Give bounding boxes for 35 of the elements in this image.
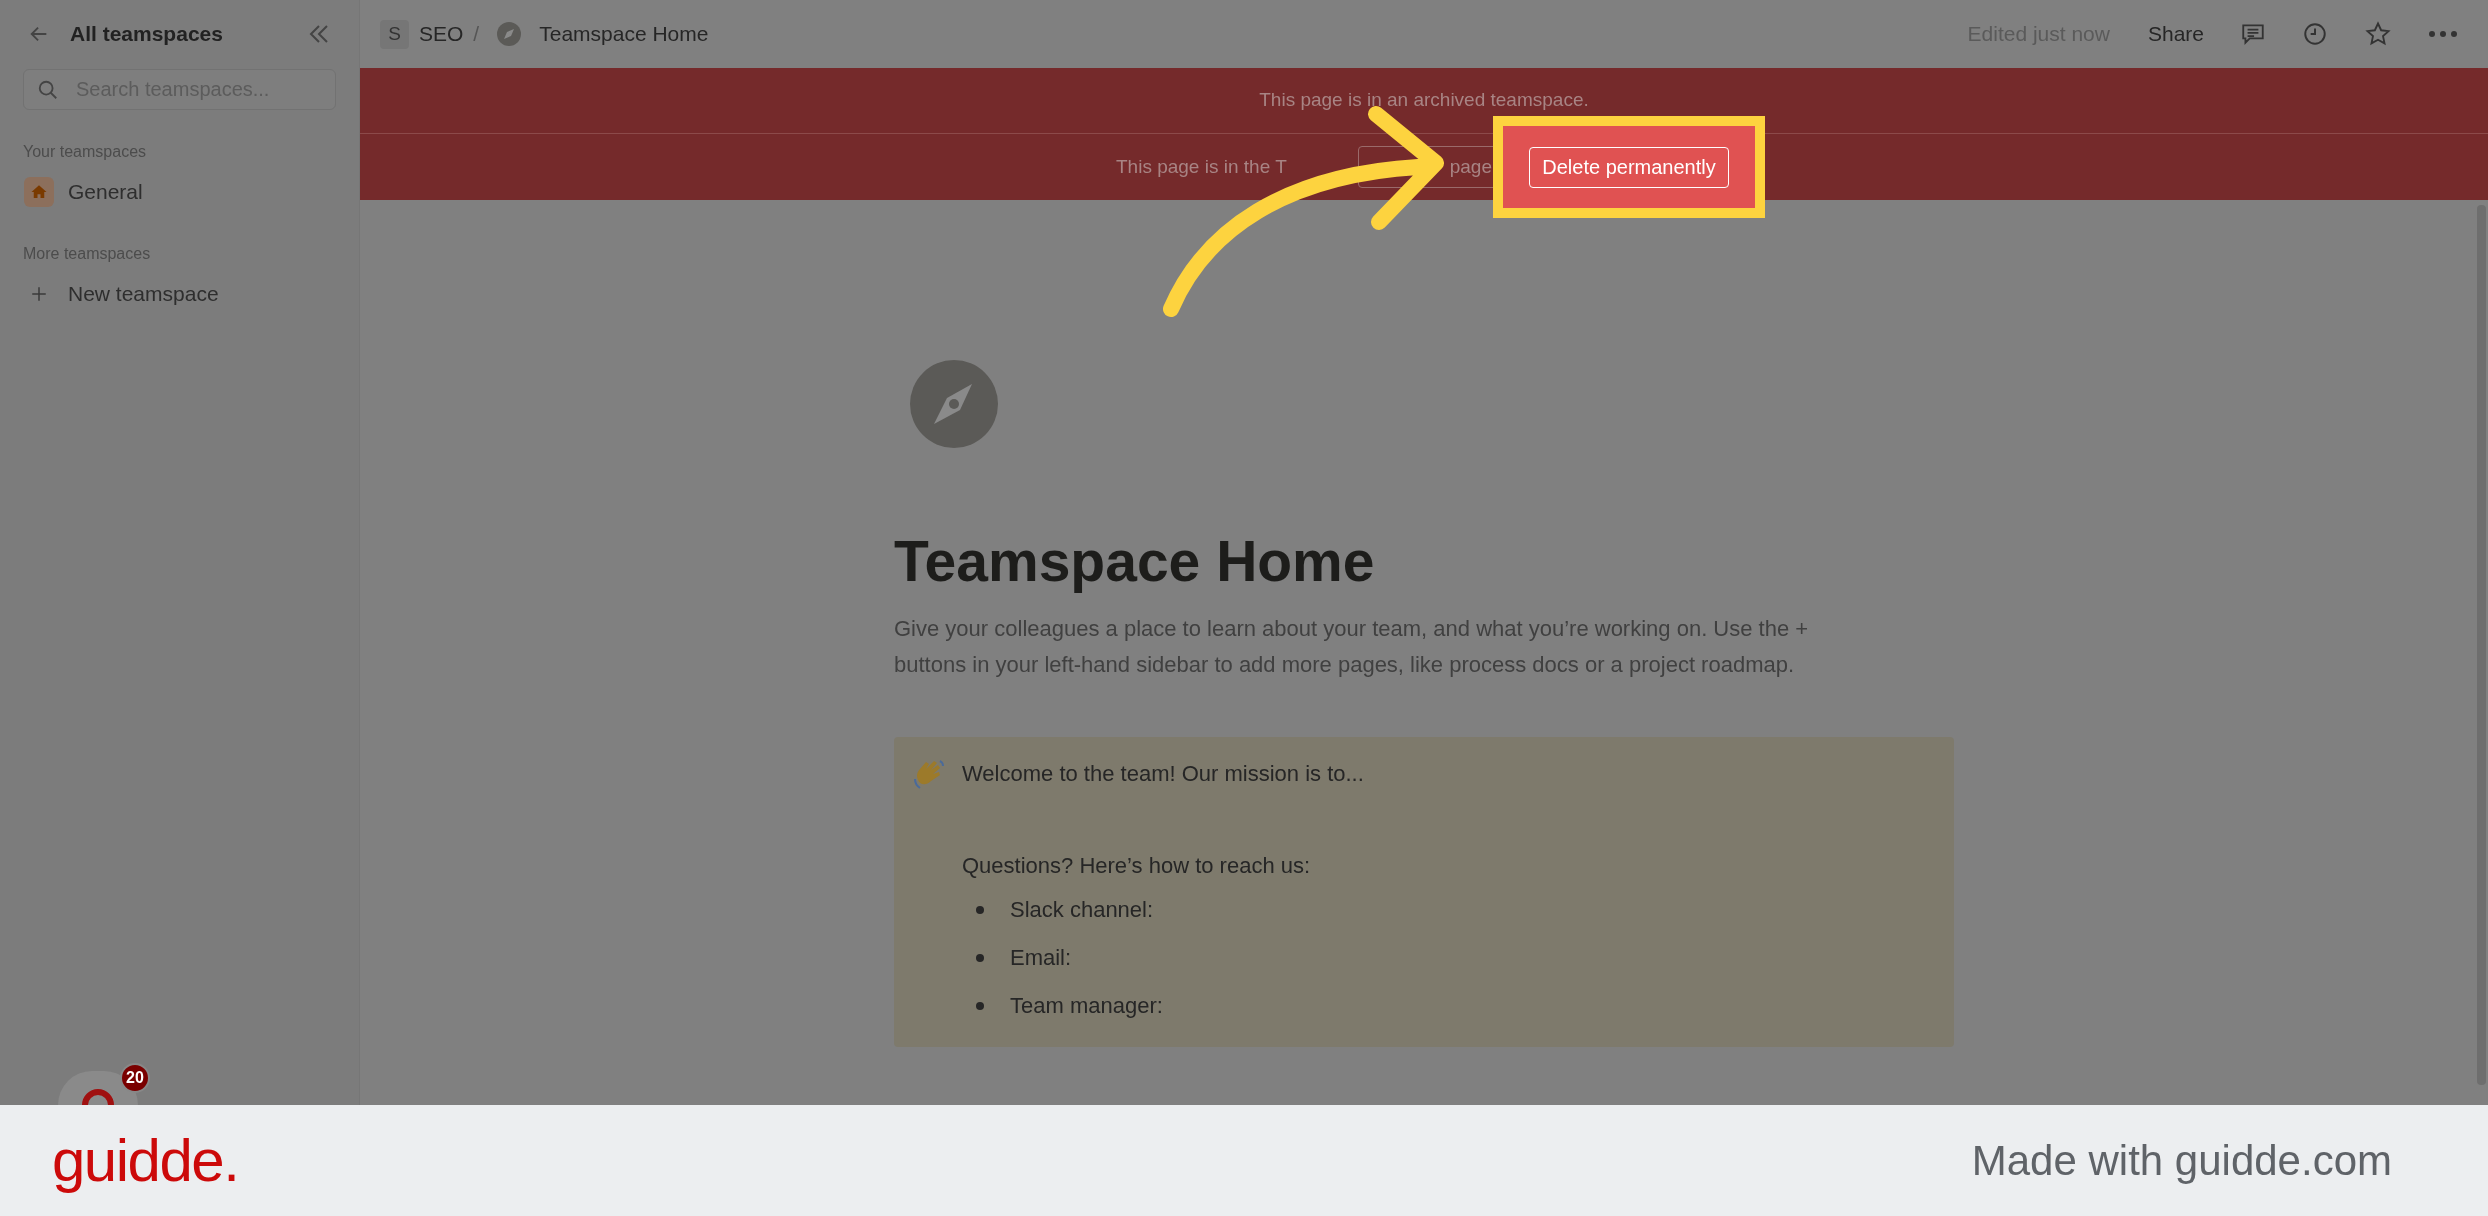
workspace-initial-icon: S [380, 19, 409, 49]
sidebar-title: All teamspaces [70, 21, 224, 48]
delete-permanently-button[interactable]: Delete permanently [1529, 146, 1729, 188]
notification-badge: 20 [120, 1063, 150, 1093]
sidebar-item[interactable]: General [0, 170, 359, 214]
share-button[interactable]: Share [2147, 18, 2204, 50]
sidebar-item[interactable]: New teamspace [0, 272, 359, 316]
bullet-icon [976, 1002, 984, 1011]
comment-icon[interactable] [2240, 21, 2266, 47]
banner-text: This page is in the T [1116, 154, 1288, 179]
callout-text: Questions? Here’s how to reach us: [962, 852, 1312, 881]
callout-heading: Welcome to the team! Our mission is to... [962, 760, 1364, 789]
bullet-item: Team manager: [1010, 992, 1163, 1021]
breadcrumb-separator: / [473, 21, 480, 48]
collapse-icon[interactable] [307, 23, 331, 45]
page-title: Teamspace Home [894, 528, 1376, 595]
bullet-item: Email: [1010, 944, 1072, 973]
bullet-icon [976, 954, 984, 963]
breadcrumb-link[interactable]: Teamspace Home [539, 18, 709, 50]
banner-text: This page is in an archived teamspace. [1259, 88, 1589, 113]
guidde-logo: guidde. [52, 1125, 239, 1196]
bullet-item: Slack channel: [1010, 896, 1154, 925]
star-icon[interactable] [2364, 20, 2392, 48]
more-icon[interactable] [2428, 29, 2458, 39]
page-description: Give your colleagues a place to learn about your team, and what you’re working on. Use the + buttons in your left-hand sidebar to add more pages, like process docs or a project roadmap. [894, 615, 1810, 680]
plus-icon [30, 285, 48, 303]
waving-hand-icon [912, 757, 946, 792]
search-icon [37, 79, 59, 101]
breadcrumb-link[interactable]: SEO [419, 18, 464, 50]
footer-tagline: Made with guidde.com [1971, 1136, 2392, 1186]
compass-icon [910, 360, 998, 448]
bullet-icon [976, 906, 984, 915]
house-icon [24, 177, 54, 207]
compass-icon [497, 22, 522, 46]
clock-icon[interactable] [2302, 21, 2328, 47]
